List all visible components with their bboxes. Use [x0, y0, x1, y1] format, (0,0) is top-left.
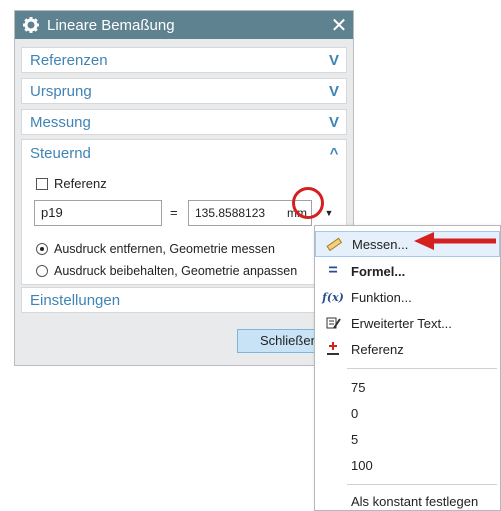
menu-item-label: Messen... — [352, 236, 409, 252]
section-referenzen[interactable]: Referenzen V — [21, 47, 347, 73]
close-icon[interactable]: ✕ — [325, 11, 353, 39]
section-referenzen-label: Referenzen — [30, 51, 108, 69]
chevron-down-icon[interactable]: V — [322, 83, 346, 100]
menu-item-label: Referenz — [351, 341, 404, 357]
section-steuernd-header[interactable]: Steuernd ^ — [22, 140, 346, 166]
menu-value-item[interactable]: 0 — [315, 400, 500, 426]
parameter-name-field[interactable]: p19 — [34, 200, 162, 226]
radio-label: Ausdruck entfernen, Geometrie messen — [54, 242, 275, 256]
dialog-title: Lineare Bemaßung — [47, 16, 175, 34]
edit-text-icon — [315, 315, 351, 331]
menu-separator — [347, 368, 497, 369]
red-arrow-annotation — [414, 232, 496, 250]
function-icon: f(x) — [322, 290, 344, 304]
highlight-circle — [292, 187, 324, 219]
section-messung[interactable]: Messung V — [21, 109, 347, 135]
menu-item-funktion[interactable]: f(x) Funktion... — [315, 284, 500, 310]
value-context-menu: Messen... = Formel... f(x) Funktion... E… — [314, 225, 501, 511]
menu-item-label: Formel... — [351, 263, 406, 279]
menu-item-erweiterter-text[interactable]: Erweiterter Text... — [315, 310, 500, 336]
reference-icon — [315, 341, 351, 357]
menu-value-item[interactable]: 75 — [315, 374, 500, 400]
radio-label: Ausdruck beibehalten, Geometrie anpassen — [54, 264, 298, 278]
radio-button[interactable] — [36, 265, 48, 277]
gear-icon — [23, 17, 39, 33]
section-ursprung-label: Ursprung — [30, 82, 92, 100]
radio-option-beibehalten[interactable]: Ausdruck beibehalten, Geometrie anpassen — [36, 264, 297, 278]
section-einstellungen[interactable]: Einstellungen — [21, 287, 347, 313]
parameter-value: 135.8588123 — [195, 206, 266, 220]
radio-button[interactable] — [36, 243, 48, 255]
section-messung-label: Messung — [30, 113, 91, 131]
referenz-checkbox-row[interactable]: Referenz — [36, 176, 107, 191]
menu-item-label: Funktion... — [351, 289, 412, 305]
menu-value-item[interactable]: 100 — [315, 452, 500, 478]
menu-item-label: Erweiterter Text... — [351, 315, 452, 331]
section-ursprung[interactable]: Ursprung V — [21, 78, 347, 104]
chevron-up-icon[interactable]: ^ — [322, 145, 346, 162]
ruler-icon — [316, 236, 352, 252]
equals-sign: = — [170, 205, 178, 220]
referenz-checkbox[interactable] — [36, 177, 48, 190]
referenz-checkbox-label: Referenz — [54, 176, 107, 191]
menu-item-referenz[interactable]: Referenz — [315, 336, 500, 362]
chevron-down-icon[interactable]: V — [322, 114, 346, 131]
chevron-down-icon[interactable]: V — [322, 52, 346, 69]
menu-separator — [347, 484, 497, 485]
radio-option-entfernen[interactable]: Ausdruck entfernen, Geometrie messen — [36, 242, 275, 256]
equals-icon: = — [328, 262, 338, 279]
dialog-titlebar: Lineare Bemaßung ✕ — [15, 11, 353, 39]
section-einstellungen-label: Einstellungen — [30, 291, 121, 309]
menu-item-als-konstant[interactable]: Als konstant festlegen — [315, 488, 500, 511]
menu-item-formel[interactable]: = Formel... — [315, 258, 500, 284]
section-steuernd-label: Steuernd — [30, 144, 91, 162]
menu-value-item[interactable]: 5 — [315, 426, 500, 452]
